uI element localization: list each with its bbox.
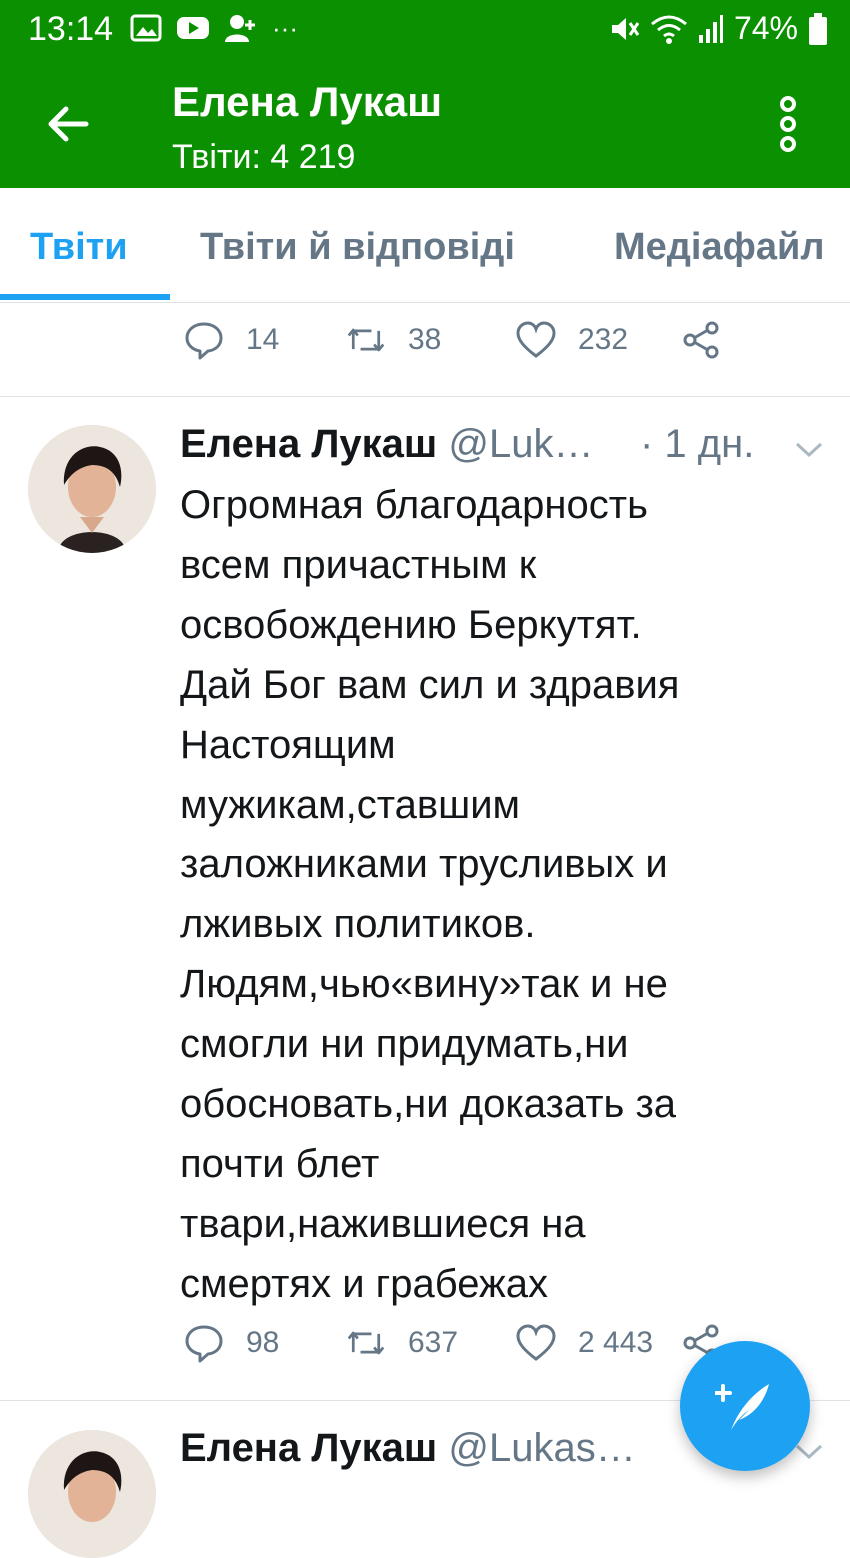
battery-percent: 74% [733, 10, 798, 46]
tweet-line: Настоящим [180, 722, 396, 767]
reply-count: 14 [246, 323, 280, 356]
gallery-icon [130, 14, 162, 42]
like-action[interactable]: 232 [516, 320, 628, 360]
tweet-line: твари,нажившиеся на [180, 1201, 586, 1246]
tab-tweets[interactable]: Твіти [30, 226, 128, 269]
reply-action[interactable]: 98 [184, 1323, 279, 1363]
wifi-icon [651, 15, 687, 44]
reply-action[interactable]: 14 [184, 320, 279, 360]
add-contact-icon [225, 15, 255, 42]
tweet-line: освобождению Беркутят. [180, 602, 642, 647]
reply-icon [185, 1325, 223, 1363]
tweet-line: всем причастным к [180, 542, 537, 587]
tweet-text: Огромная благодарность всем причастным к… [180, 476, 820, 1315]
notification-icons: ··· [130, 12, 298, 44]
heart-icon [516, 1324, 556, 1361]
overflow-menu-icon[interactable] [770, 94, 806, 154]
mute-icon [611, 17, 640, 40]
reply-count: 98 [246, 1326, 280, 1359]
prev-tweet-actions: 14 38 232 [0, 320, 850, 380]
signal-icon [698, 14, 723, 43]
tweet-author-handle[interactable]: @Lukas… [448, 1426, 635, 1470]
like-action[interactable]: 2 443 [516, 1323, 653, 1363]
profile-photo [28, 425, 156, 553]
tweet-header: Елена Лукаш @Luk… [180, 422, 593, 467]
retweet-icon [347, 328, 385, 352]
retweet-count: 637 [408, 1326, 459, 1359]
tweet-line: заложниками трусливых и [180, 842, 668, 887]
tweet-divider [0, 396, 850, 397]
avatar[interactable] [28, 425, 156, 553]
status-time: 13:14 [28, 10, 114, 48]
tweet-count: Твіти: 4 219 [172, 138, 356, 176]
tweet-line: смертях и грабежах [180, 1261, 549, 1306]
share-icon [683, 321, 719, 359]
next-tweet-header: Елена Лукаш @Lukas… [180, 1426, 636, 1471]
status-right: 74% [608, 10, 828, 47]
share-action[interactable] [682, 320, 722, 360]
compose-feather-icon [715, 1384, 769, 1430]
app-bar: Елена Лукаш Твіти: 4 219 [0, 58, 850, 188]
chevron-down-icon[interactable] [794, 440, 824, 460]
tweet-line: смогли ни придумать,ни [180, 1022, 629, 1067]
like-count: 2 443 [578, 1326, 654, 1359]
tweet-line: Дай Бог вам сил и здравия [180, 662, 680, 707]
active-tab-indicator [0, 294, 170, 300]
tweet-line: Людям,чью«вину»так и не [180, 962, 668, 1007]
compose-tweet-button[interactable] [680, 1341, 810, 1471]
heart-icon [516, 321, 556, 358]
retweet-icon [347, 1331, 385, 1355]
tweet-line: мужикам,ставшим [180, 782, 521, 827]
reply-icon [185, 322, 223, 360]
tab-media[interactable]: Медіафайл [614, 226, 824, 269]
youtube-icon [177, 17, 209, 39]
tweet-line: почти блет [180, 1141, 380, 1186]
back-arrow-icon[interactable] [40, 96, 96, 152]
retweet-count: 38 [408, 323, 442, 356]
battery-icon [809, 12, 827, 45]
profile-tabs: Твіти Твіти й відповіді Медіафайл [0, 188, 850, 303]
retweet-action[interactable]: 637 [346, 1323, 458, 1363]
profile-photo [28, 1430, 156, 1558]
chevron-down-icon[interactable] [794, 1442, 824, 1462]
tweet-line: Огромная благодарность [180, 483, 648, 527]
tweet-timestamp: · 1 дн. [640, 422, 755, 466]
more-notifications-icon: ··· [272, 12, 298, 43]
retweet-action[interactable]: 38 [346, 320, 441, 360]
status-bar: 13:14 ··· 74% [0, 0, 850, 58]
avatar[interactable] [28, 1430, 156, 1558]
like-count: 232 [578, 323, 629, 356]
tweet-line: лживых политиков. [180, 902, 536, 947]
tweet-author-handle[interactable]: @Luk… [448, 422, 593, 466]
tweet-line: обосновать,ни доказать за [180, 1082, 677, 1127]
tweet-author-name[interactable]: Елена Лукаш [180, 422, 437, 466]
profile-title: Елена Лукаш [172, 78, 443, 125]
tab-tweets-and-replies[interactable]: Твіти й відповіді [200, 226, 515, 269]
tweet-author-name[interactable]: Елена Лукаш [180, 1426, 437, 1470]
